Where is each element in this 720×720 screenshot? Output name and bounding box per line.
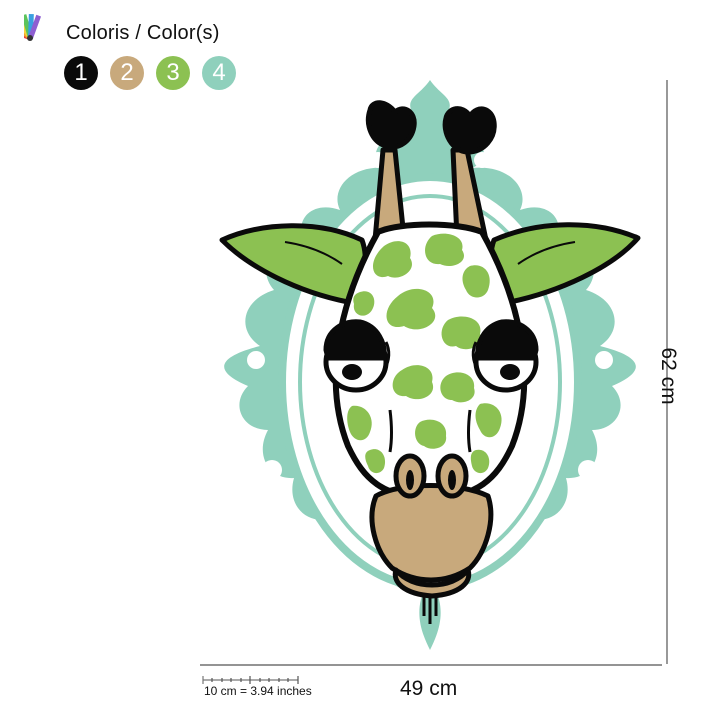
giraffe-decal-artwork	[200, 80, 668, 684]
width-dimension-label: 49 cm	[400, 677, 458, 700]
scale-label: 10 cm = 3.94 inches	[204, 684, 312, 698]
height-dimension-label: 62 cm	[657, 347, 680, 405]
